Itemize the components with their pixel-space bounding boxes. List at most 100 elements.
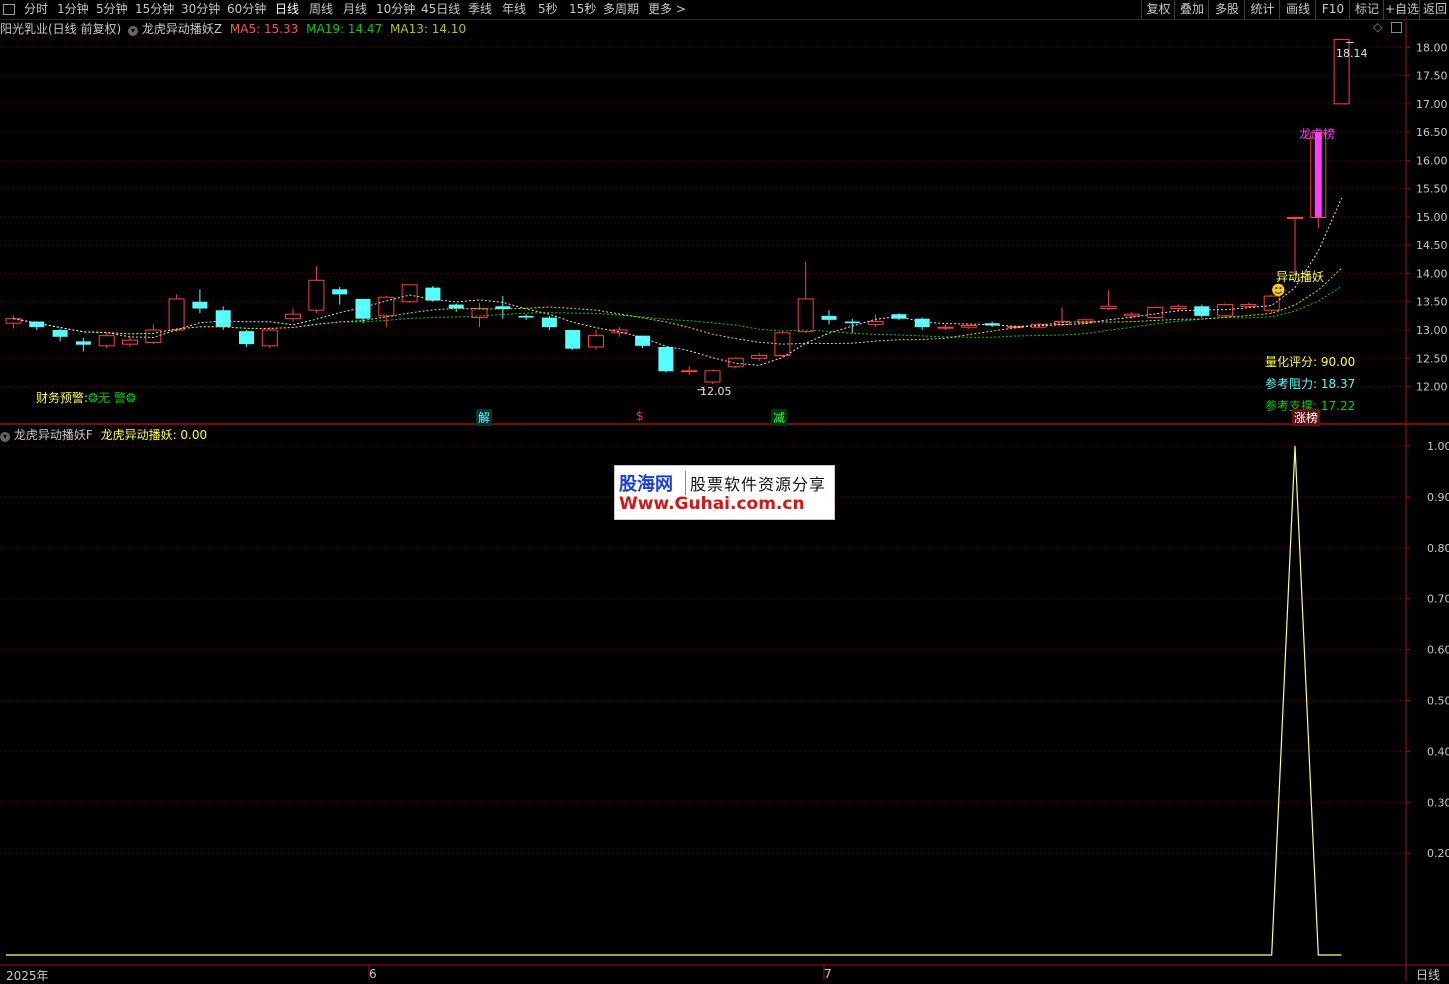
price-tick-label: 13.50 <box>1416 296 1448 309</box>
ma5-label: MA5: 15.33 <box>229 22 299 36</box>
candle-body <box>914 318 930 328</box>
x-axis-label-june: 6 <box>369 967 377 981</box>
watermark-url: Www.Guhai.com.cn <box>619 494 805 514</box>
candle-body <box>308 279 325 311</box>
candle-body <box>401 284 418 303</box>
candle-body <box>565 330 581 349</box>
candle-body <box>960 324 977 328</box>
candle-body <box>1147 306 1164 319</box>
low-price-label: 12.05 <box>700 385 732 398</box>
ma13-label: MA13: 14.10 <box>390 22 467 36</box>
watermark-brand: 股海网 <box>619 474 673 495</box>
candle-body <box>122 339 138 345</box>
ma19-label: MA19: 14.47 <box>306 22 383 36</box>
candle-body <box>332 289 348 295</box>
price-tick-label: 17.50 <box>1416 70 1448 83</box>
candle-body <box>1170 305 1187 310</box>
candle-body <box>518 315 534 318</box>
candle-body <box>98 335 115 347</box>
finance-warning-label: 财务预警: <box>36 391 89 405</box>
score-line: 量化评分: 90.00 <box>1265 353 1355 370</box>
price-tick-label: 16.50 <box>1416 126 1448 139</box>
x-axis-label-july: 7 <box>824 967 832 981</box>
candle-body <box>285 313 302 320</box>
candle-body <box>1287 216 1303 219</box>
candle-body <box>635 335 651 346</box>
sub-tick-label: 0.40 <box>1427 745 1449 758</box>
period-label[interactable]: 日线 <box>1416 966 1440 983</box>
candle-body <box>658 346 674 372</box>
resistance-label: 参考阻力: <box>1265 377 1318 391</box>
support-value: 17.22 <box>1320 399 1356 413</box>
ma13-line <box>13 267 1342 345</box>
sub-indicator-line <box>6 445 1342 956</box>
sub-tick-label: 0.30 <box>1427 796 1449 809</box>
sub-dropdown-icon[interactable]: ▾ <box>0 432 10 442</box>
sub-tick-label: 0.80 <box>1427 542 1449 555</box>
candle-body <box>821 315 837 320</box>
x-axis-label-year: 2025年 <box>6 969 49 983</box>
sub-indicator-name[interactable]: 龙虎异动播妖F <box>14 428 93 442</box>
sub-value-label: 龙虎异动播妖: 0.00 <box>100 428 208 442</box>
candle-body <box>797 298 814 333</box>
indicator-name[interactable]: 龙虎异动播妖Z <box>142 22 222 36</box>
candle-body <box>1100 305 1117 310</box>
price-tick-label: 17.00 <box>1416 98 1448 111</box>
watermark-slogan: 股票软件资源分享 <box>685 471 826 495</box>
price-tick-label: 12.00 <box>1416 381 1448 394</box>
candle-body <box>937 326 954 329</box>
score-value: 90.00 <box>1320 355 1356 369</box>
sub-tick-label: 0.20 <box>1427 847 1449 860</box>
stock-title[interactable]: 阳光乳业(日线 前复权) <box>0 22 121 36</box>
longhu-label: 龙虎榜 <box>1299 127 1336 141</box>
candle-body <box>239 331 254 345</box>
smiley-icon: ☻ <box>1271 283 1286 299</box>
marker-jian[interactable]: 减 <box>771 409 788 426</box>
price-tick-label: 15.50 <box>1416 183 1448 196</box>
candle-body <box>1240 304 1257 307</box>
marker-dollar[interactable]: $ <box>636 409 644 423</box>
candle-body <box>541 317 557 328</box>
maximize-icon[interactable] <box>1391 22 1402 33</box>
candle-body <box>355 298 371 319</box>
candle-body <box>681 370 698 373</box>
candle-body <box>704 370 721 383</box>
ma5-line <box>13 197 1343 366</box>
marker-jie[interactable]: 解 <box>476 409 493 426</box>
candle-body <box>425 287 441 301</box>
indicator-dropdown-icon[interactable]: ▾ <box>128 26 139 36</box>
candle-body <box>867 321 884 325</box>
high-price-label: 18.14 <box>1336 47 1368 60</box>
price-tick-label: 14.00 <box>1416 267 1448 280</box>
candle-body <box>75 341 91 345</box>
candle-body <box>215 310 231 328</box>
marker-zhangbang[interactable]: 涨榜 <box>1292 409 1321 426</box>
candle-body <box>844 321 860 324</box>
sub-info-line: ▾ 龙虎异动播妖F 龙虎异动播妖: 0.00 <box>0 426 207 443</box>
sub-tick-label: 1.00 <box>1427 440 1449 453</box>
price-tick-label: 16.00 <box>1416 154 1448 167</box>
price-tick-label: 18.00 <box>1416 41 1448 54</box>
sub-tick-label: 0.50 <box>1427 695 1449 708</box>
resistance-line: 参考阻力: 18.37 <box>1265 375 1355 392</box>
sub-tick-label: 0.60 <box>1427 644 1449 657</box>
candle-body <box>192 301 208 309</box>
resistance-value: 18.37 <box>1320 377 1356 391</box>
price-tick-label: 14.50 <box>1416 239 1448 252</box>
candle-body <box>1194 306 1210 316</box>
candle-body <box>588 335 604 348</box>
score-label: 量化评分: <box>1265 355 1318 369</box>
main-info-line: 阳光乳业(日线 前复权) ▾ 龙虎异动播妖Z MA5: 15.33 MA19: … <box>0 20 466 37</box>
candle-body <box>168 298 185 331</box>
price-tick-label: 12.50 <box>1416 352 1448 365</box>
finance-warning: 财务预警:❂无 警❂ <box>36 389 136 406</box>
price-tick-label: 15.00 <box>1416 211 1448 224</box>
expand-icon[interactable]: ◇ <box>1373 20 1382 34</box>
candle-body <box>261 329 278 347</box>
finance-warning-value: ❂无 警❂ <box>88 391 136 405</box>
candle-body-highlight <box>1314 132 1322 218</box>
guhai-watermark: 股海网 股票软件资源分享 Www.Guhai.com.cn <box>614 465 835 520</box>
candle-body <box>1123 313 1140 317</box>
sub-tick-label: 0.70 <box>1427 593 1449 606</box>
candle-body <box>751 354 768 359</box>
